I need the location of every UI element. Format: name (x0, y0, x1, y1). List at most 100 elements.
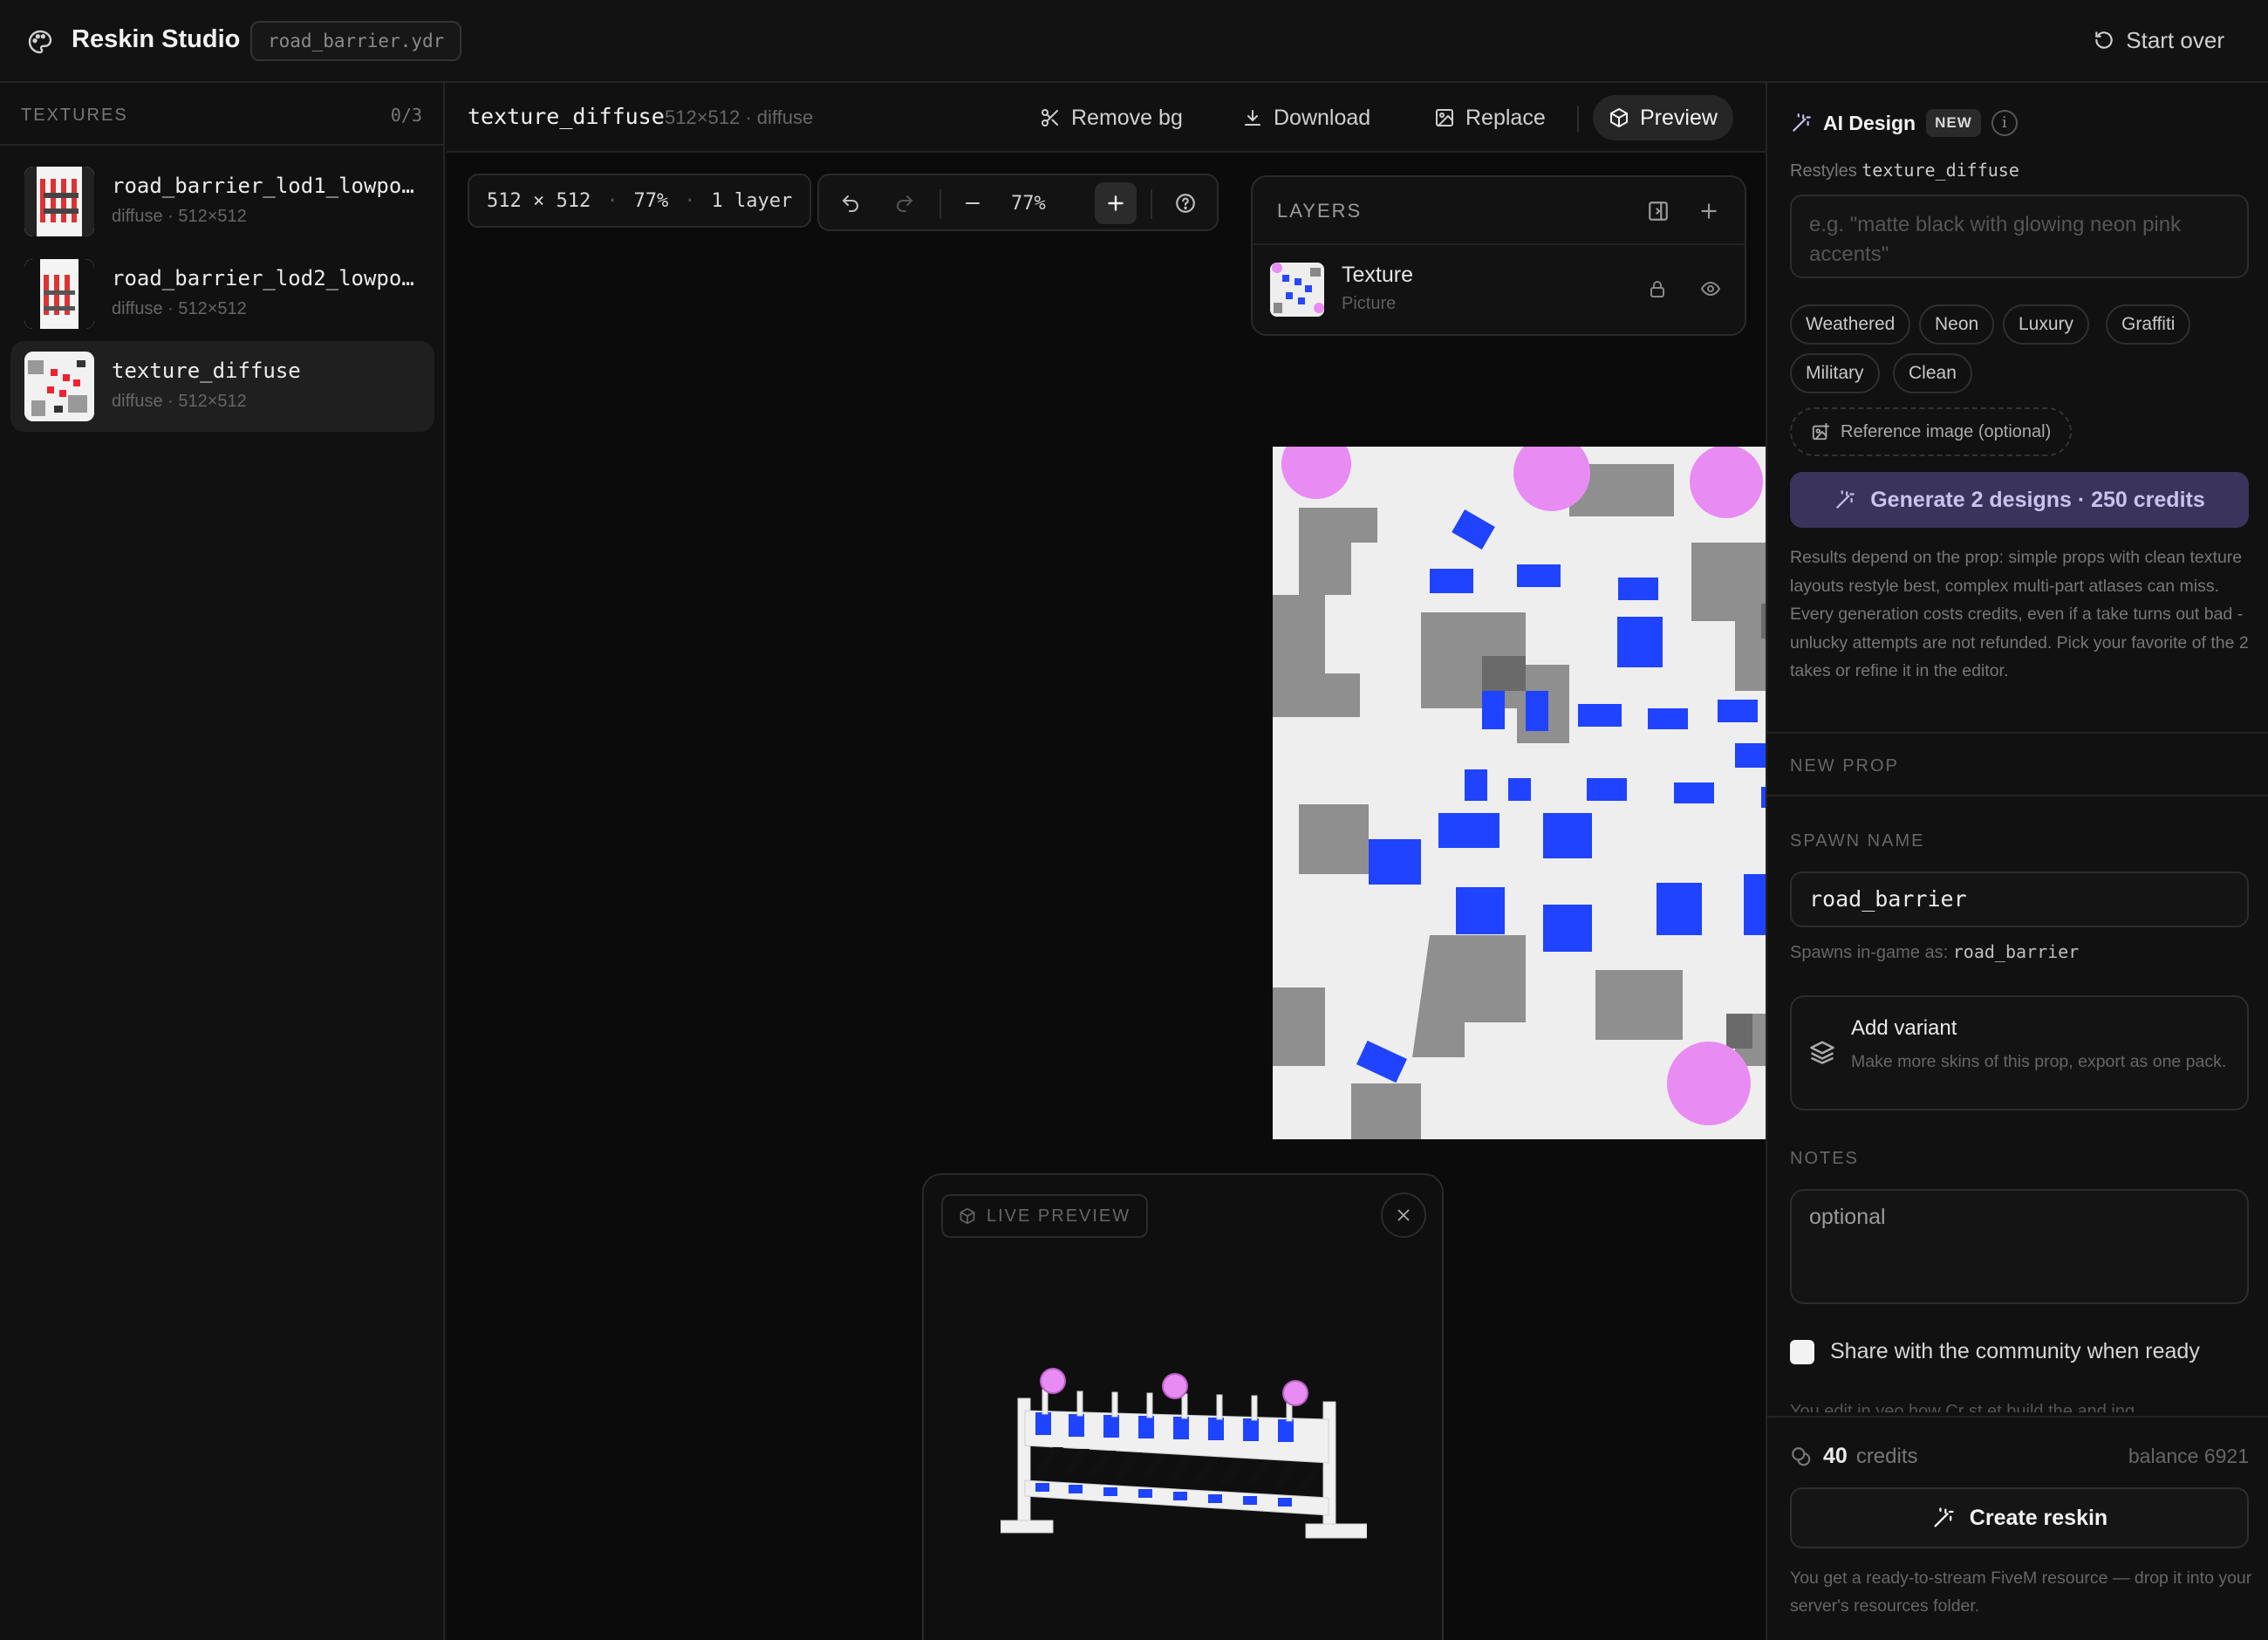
credits-label: credits (1855, 1444, 1918, 1468)
plus-icon (1701, 203, 1717, 219)
ai-design-panel: AI Design NEW i Restyles texture_diffuse… (1766, 83, 2268, 1640)
spawn-name-label: SPAWN NAME (1790, 831, 1925, 851)
replace-label: Replace (1465, 105, 1546, 130)
redo-icon (897, 195, 913, 212)
spawns-as-value: road_barrier (1952, 941, 2080, 962)
toolbar-divider (1577, 106, 1579, 132)
section-divider (1767, 732, 2268, 734)
add-variant-title: Add variant (1851, 1016, 1957, 1040)
texture-item[interactable]: road_barrier_lod1_lowpol… diffuse · 512×… (10, 156, 434, 247)
live-preview-label: LIVE PREVIEW (987, 1206, 1131, 1226)
undo-button[interactable] (830, 182, 871, 224)
close-preview-button[interactable] (1381, 1192, 1426, 1238)
texture-item-meta: diffuse · 512×512 (112, 207, 247, 226)
remove-bg-label: Remove bg (1071, 105, 1183, 130)
spawn-name-input[interactable]: road_barrier (1790, 871, 2249, 927)
reference-image-button[interactable]: Reference image (optional) (1790, 407, 2073, 456)
magic-wand-icon (1793, 113, 1811, 132)
spawns-as-text: Spawns in-game as: road_barrier (1790, 941, 2079, 963)
zoom-toolbar: 77% (817, 174, 1219, 231)
textures-count: 0/3 (390, 105, 422, 126)
live-preview-badge: LIVE PREVIEW (941, 1194, 1149, 1238)
remove-bg-button[interactable]: Remove bg (1024, 95, 1199, 140)
magic-wand-icon (1836, 490, 1855, 509)
reskin-footer: 40 credits balance 6921 Create reskin Yo… (1767, 1416, 2268, 1640)
generate-designs-button[interactable]: Generate 2 designs · 250 credits (1790, 472, 2249, 528)
share-label: Share with the community when ready (1830, 1339, 2200, 1363)
texture-thumbnail (24, 352, 94, 421)
chip-neon[interactable]: Neon (1919, 304, 1995, 345)
preview-label: Preview (1640, 105, 1718, 130)
eye-icon (1700, 281, 1721, 297)
share-community-toggle[interactable]: Share with the community when ready (1790, 1339, 2200, 1364)
chip-graffiti[interactable]: Graffiti (2106, 304, 2191, 345)
chip-military[interactable]: Military (1790, 353, 1880, 393)
restyles-text: Restyles texture_diffuse (1790, 160, 2019, 181)
layer-name: Texture (1342, 263, 1413, 287)
canvas-zoom-info: 77% (633, 189, 669, 212)
layer-thumbnail[interactable] (1270, 263, 1324, 317)
editor-header: texture_diffuse 512×512 · diffuse Remove… (447, 83, 1766, 153)
credit-balance: balance 6921 (2128, 1445, 2249, 1467)
textures-sidebar: TEXTURES 0/3 road_barrier_lod1_lowpol… d… (0, 83, 445, 1640)
palette-icon (28, 30, 52, 54)
magic-wand-icon (1934, 1507, 1954, 1527)
close-icon (1397, 1209, 1410, 1221)
info-icon[interactable]: i (1991, 110, 2018, 136)
restyles-target: texture_diffuse (1862, 160, 2019, 181)
add-layer-button[interactable] (1698, 200, 1720, 222)
coins-icon (1792, 1446, 1811, 1466)
toggle-visibility-button[interactable] (1699, 278, 1722, 299)
add-variant-subtitle: Make more skins of this prop, export as … (1851, 1052, 2227, 1071)
chip-weathered[interactable]: Weathered (1790, 304, 1911, 345)
collapse-panel-button[interactable] (1647, 200, 1670, 222)
layers-panel: LAYERS Texture Picture (1251, 175, 1746, 336)
minus-icon (966, 202, 980, 204)
start-over-button[interactable]: Start over (2093, 23, 2224, 58)
add-variant-button[interactable]: Add variant Make more skins of this prop… (1790, 995, 2249, 1110)
truncated-text: You edit in yeo how Cr st et build the a… (1790, 1402, 2135, 1412)
textures-label: TEXTURES (21, 106, 128, 125)
create-reskin-button[interactable]: Create reskin (1790, 1487, 2249, 1548)
zoom-in-button[interactable] (1095, 182, 1137, 224)
texture-item-meta: diffuse · 512×512 (112, 299, 247, 318)
share-checkbox[interactable] (1790, 1339, 1814, 1364)
footer-note: You get a ready-to-stream FiveM resource… (1790, 1568, 2252, 1616)
style-prompt-input[interactable]: e.g. "matte black with glowing neon pink… (1790, 195, 2249, 278)
texture-item-meta: diffuse · 512×512 (112, 392, 247, 411)
chip-luxury[interactable]: Luxury (2003, 304, 2090, 345)
help-button[interactable] (1165, 182, 1206, 224)
canvas-size: 512 × 512 (487, 189, 591, 212)
file-name-chip: road_barrier.ydr (250, 21, 462, 61)
download-icon (1245, 110, 1260, 126)
app-title: Reskin Studio (72, 25, 241, 53)
preview-button[interactable]: Preview (1593, 95, 1733, 140)
chip-clean[interactable]: Clean (1893, 353, 1972, 393)
replace-button[interactable]: Replace (1418, 95, 1561, 140)
textures-header: TEXTURES 0/3 (0, 83, 443, 146)
texture-item-name: road_barrier_lod2_lowpol… (112, 266, 426, 290)
credits-cost: 40 (1823, 1444, 1848, 1468)
editor-area: texture_diffuse 512×512 · diffuse Remove… (447, 83, 1965, 1640)
layer-type: Picture (1342, 294, 1397, 313)
texture-title: texture_diffuse (468, 104, 665, 129)
notes-input[interactable]: optional (1790, 1189, 2249, 1304)
image-add-icon (1812, 422, 1830, 441)
texture-item[interactable]: road_barrier_lod2_lowpol… diffuse · 512×… (10, 249, 434, 339)
spawns-as-prefix: Spawns in-game as: (1790, 943, 1949, 962)
image-replace-icon (1436, 109, 1453, 126)
texture-item-selected[interactable]: texture_diffuse diffuse · 512×512 (10, 341, 434, 432)
barrier-3d-model[interactable] (1001, 1350, 1367, 1559)
ai-design-header: AI Design NEW i (1790, 109, 2018, 137)
canvas-layer-count: 1 layer (711, 189, 793, 212)
layers-icon (1810, 1041, 1834, 1064)
credits-row: 40 credits balance 6921 (1790, 1444, 2249, 1469)
ai-disclaimer: Results depend on the prop: simple props… (1790, 548, 2249, 680)
new-badge: NEW (1926, 109, 1981, 137)
download-button[interactable]: Download (1226, 95, 1386, 140)
zoom-divider (939, 189, 941, 219)
redo-button[interactable] (884, 182, 926, 224)
zoom-out-button[interactable] (952, 182, 994, 224)
lock-layer-button[interactable] (1647, 278, 1668, 299)
section-divider (1767, 795, 2268, 796)
